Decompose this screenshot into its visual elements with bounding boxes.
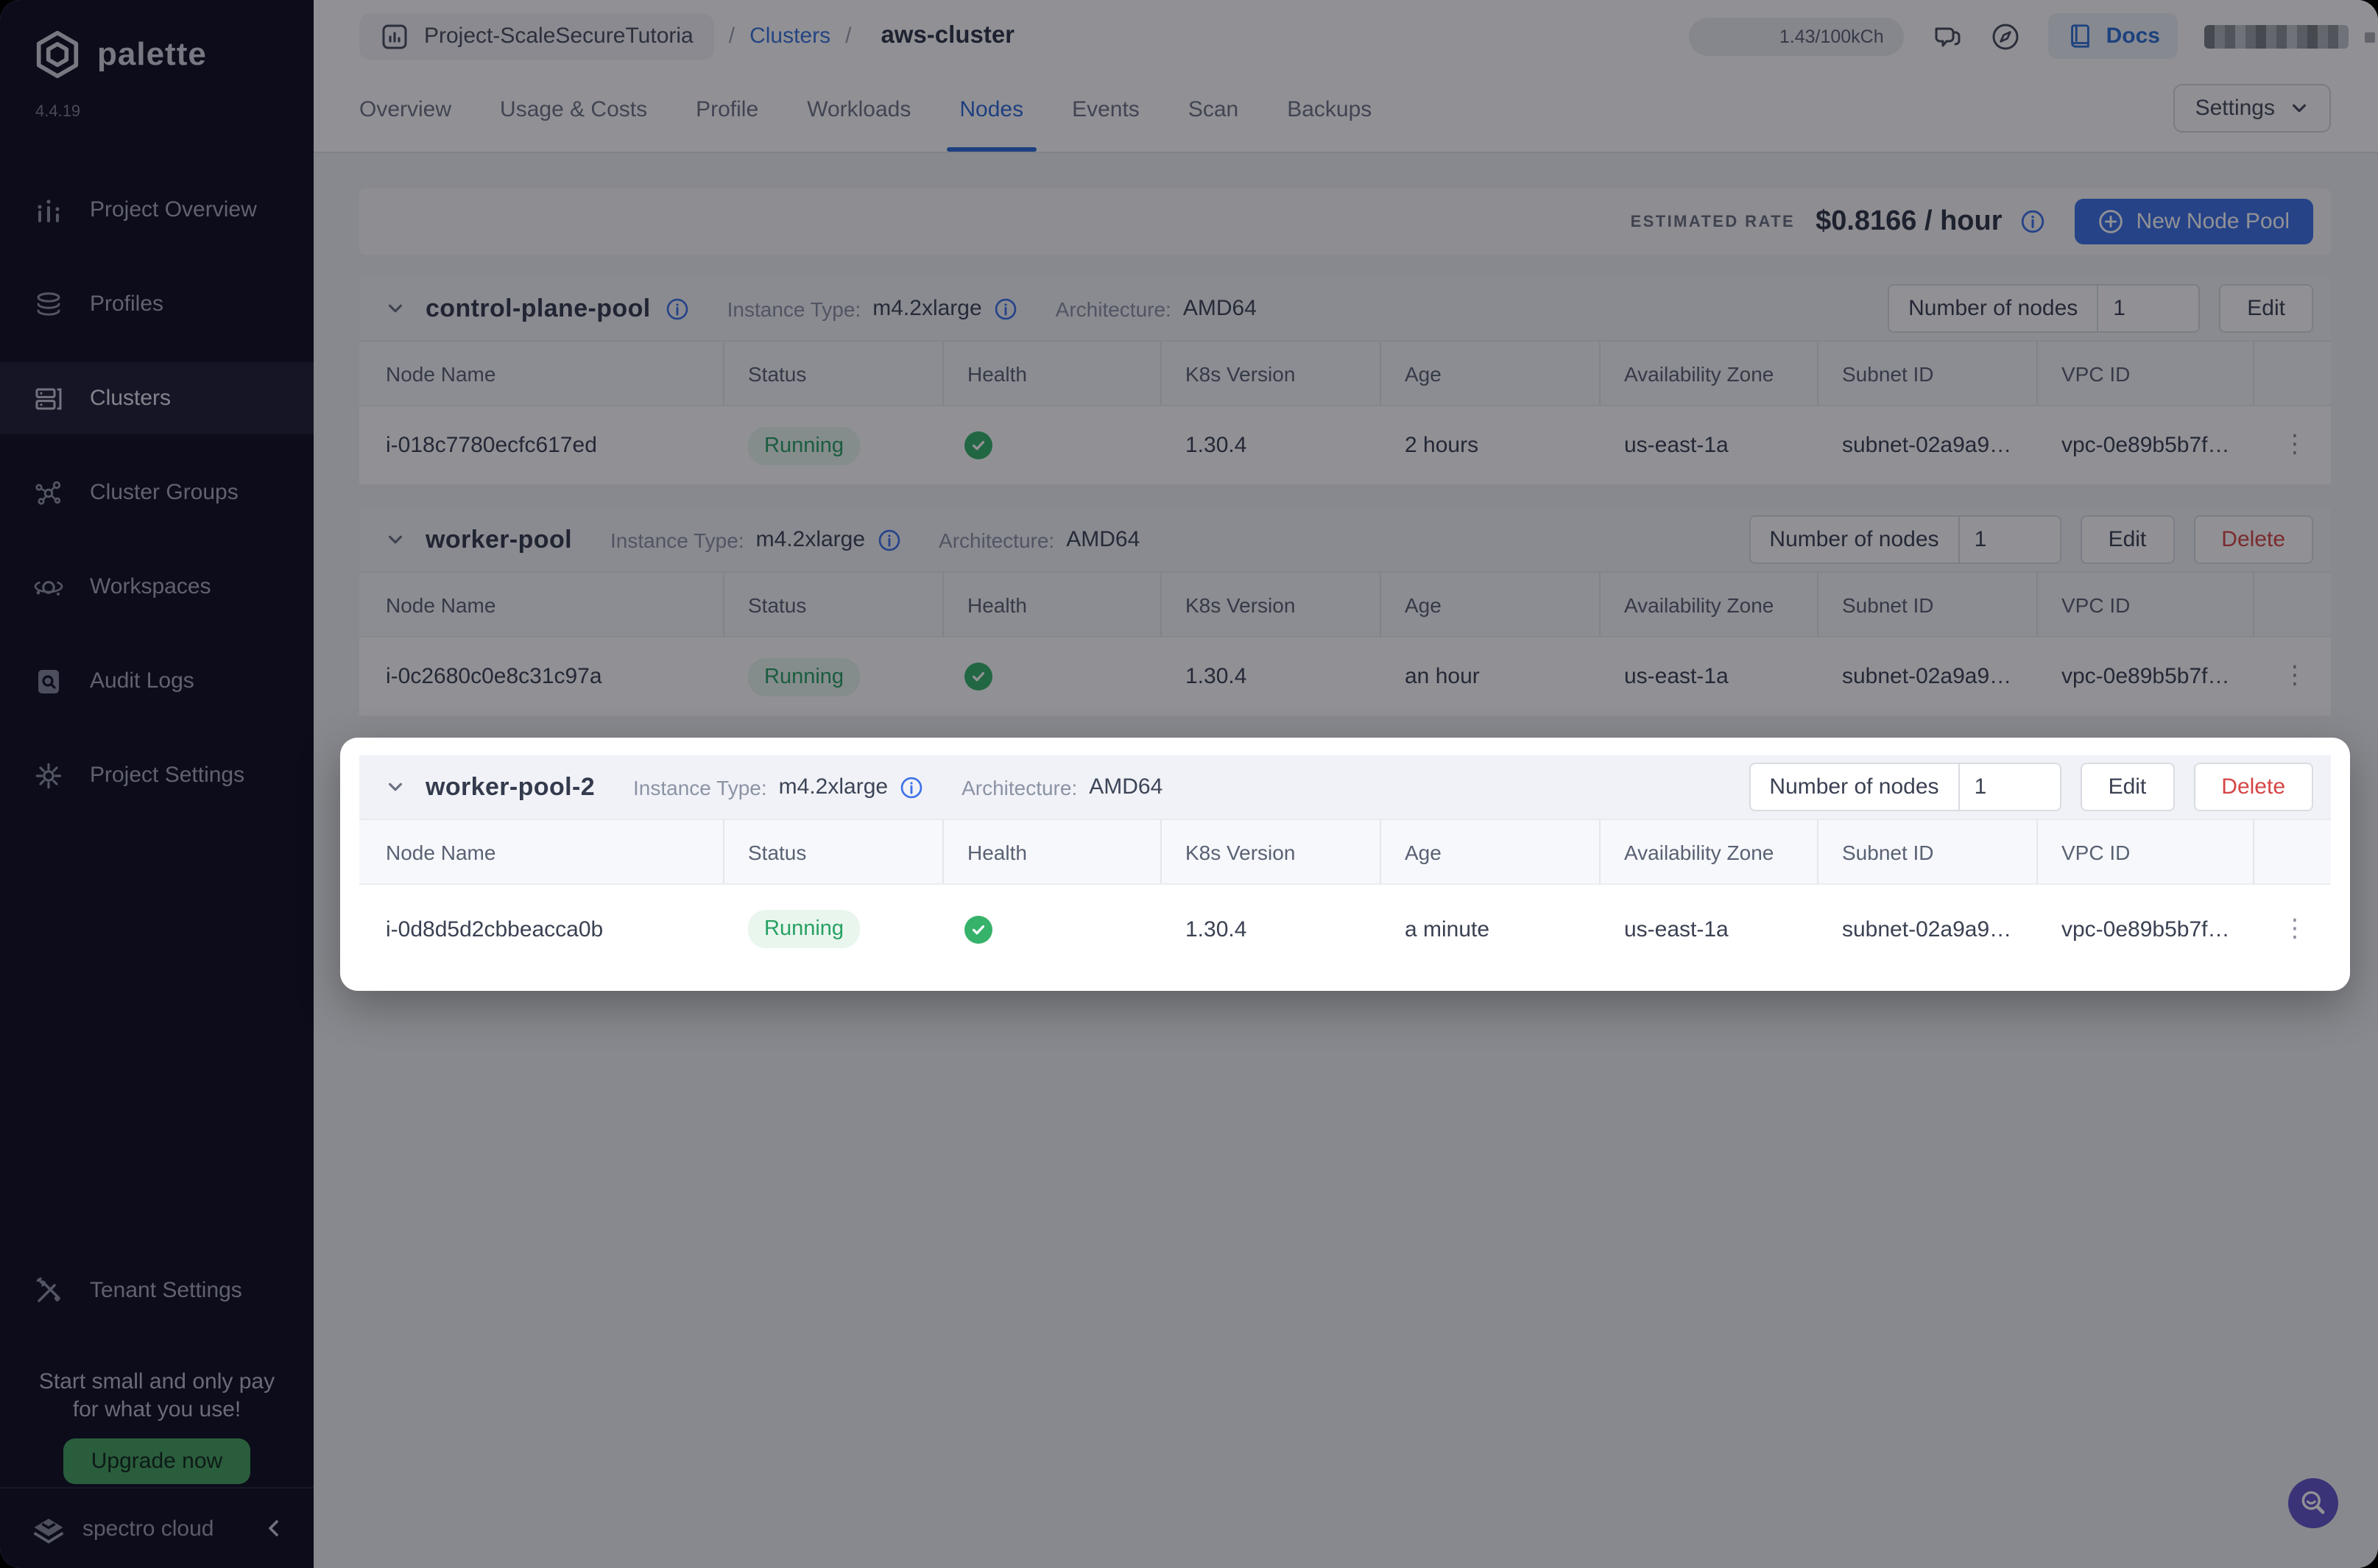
age-cell: a minute xyxy=(1405,917,1490,942)
node-table-row: i-0d8d5d2cbbeacca0b Running 1.30.4 a min… xyxy=(359,883,2331,973)
row-actions-cell: ⋮ xyxy=(2254,885,2331,973)
col-subnet-id: Subnet ID xyxy=(1818,820,2038,883)
architecture-label: Architecture: xyxy=(962,775,1078,799)
vpc-id-cell: vpc-0e89b5b7f… xyxy=(2061,917,2230,942)
col-vpc-id: VPC ID xyxy=(2038,820,2254,883)
node-name-cell: i-0d8d5d2cbbeacca0b xyxy=(386,917,604,942)
instance-type-value: m4.2xlarge xyxy=(778,774,889,799)
delete-pool-button[interactable]: Delete xyxy=(2193,763,2313,811)
pool-actions: Number of nodes 1 Edit Delete xyxy=(1749,763,2313,811)
pool-header: worker-pool-2 Instance Type: m4.2xlarge … xyxy=(359,755,2331,820)
col-k8s-version: K8s Version xyxy=(1162,820,1381,883)
kebab-menu-icon[interactable]: ⋮ xyxy=(2282,916,2307,942)
col-health: Health xyxy=(944,820,1162,883)
health-cell xyxy=(944,885,1162,973)
edit-pool-button[interactable]: Edit xyxy=(2080,763,2175,811)
node-table-header: Node Name Status Health K8s Version Age … xyxy=(359,820,2331,883)
instance-type-label: Instance Type: xyxy=(633,775,767,799)
health-check-icon xyxy=(964,915,992,943)
subnet-id-cell: subnet-02a9a9… xyxy=(1842,917,2012,942)
availability-zone-cell: us-east-1a xyxy=(1624,917,1729,942)
k8s-version-cell: 1.30.4 xyxy=(1185,917,1247,942)
number-of-nodes-input[interactable]: 1 xyxy=(1960,764,2060,810)
col-age: Age xyxy=(1381,820,1601,883)
col-availability-zone: Availability Zone xyxy=(1601,820,1818,883)
pool-name: worker-pool-2 xyxy=(426,772,596,800)
chevron-down-icon[interactable] xyxy=(386,777,405,797)
spotlight-panel: worker-pool-2 Instance Type: m4.2xlarge … xyxy=(340,738,2350,991)
col-actions xyxy=(2254,820,2331,883)
number-of-nodes-control: Number of nodes 1 xyxy=(1749,763,2061,811)
architecture-value: AMD64 xyxy=(1089,774,1163,799)
pool-section-worker-pool-2: worker-pool-2 Instance Type: m4.2xlarge … xyxy=(359,755,2331,973)
instance-type-info-icon[interactable] xyxy=(900,775,923,799)
status-badge: Running xyxy=(748,910,861,948)
col-status: Status xyxy=(724,820,944,883)
number-of-nodes-label: Number of nodes xyxy=(1750,764,1960,810)
col-node-name: Node Name xyxy=(386,820,724,883)
status-cell: Running xyxy=(724,885,944,973)
app-window: palette 4.4.19 Project Overview Profiles… xyxy=(0,0,2378,1568)
